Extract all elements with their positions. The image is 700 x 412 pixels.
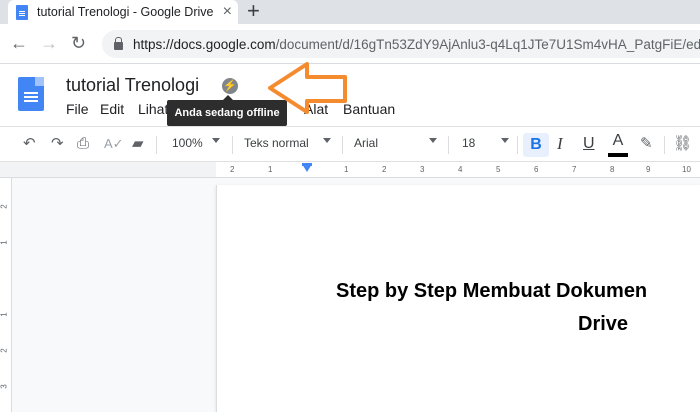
font-caret-icon: [429, 138, 437, 143]
style-caret-icon: [323, 138, 331, 143]
ruler-tick: 10: [682, 165, 691, 174]
text-color-button[interactable]: A: [606, 132, 630, 158]
text-color-swatch: [608, 153, 628, 157]
font-size-select[interactable]: 18: [462, 136, 475, 150]
ruler-tick: 8: [610, 165, 615, 174]
ruler-tick: 1: [344, 165, 349, 174]
highlight-icon[interactable]: ✎: [640, 134, 653, 154]
redo-icon[interactable]: ↷: [51, 134, 64, 154]
ruler-tick: 1: [0, 240, 9, 245]
toolbar-divider: [517, 136, 518, 154]
indent-marker[interactable]: [302, 164, 312, 172]
toolbar-divider: [664, 136, 665, 154]
vertical-ruler: 2 1 1 2 3: [0, 178, 12, 412]
print-icon[interactable]: ⎙: [77, 134, 89, 154]
font-select[interactable]: Arial: [354, 136, 378, 150]
ruler-tick: 2: [0, 348, 9, 353]
toolbar-divider: [342, 136, 343, 154]
formatting-toolbar: ↶ ↷ ⎙ A✓ ▰ 100% Teks normal Arial 18 B I…: [0, 126, 700, 162]
underline-button[interactable]: U: [583, 134, 595, 154]
paint-format-icon[interactable]: ▰: [132, 134, 144, 154]
ruler-tick: 2: [230, 165, 235, 174]
document-heading[interactable]: Step by Step Membuat Dokumen: [336, 280, 647, 303]
ruler-tick: 3: [0, 384, 9, 389]
link-icon[interactable]: ⛓: [673, 134, 692, 154]
bold-button[interactable]: B: [523, 133, 549, 157]
ruler-margin: [0, 162, 216, 178]
toolbar-divider: [156, 136, 157, 154]
ruler-tick: 4: [458, 165, 463, 174]
spellcheck-icon[interactable]: A✓: [104, 134, 124, 154]
italic-button[interactable]: I: [557, 134, 563, 154]
horizontal-ruler: 2 1 1 2 3 4 5 6 7 8 9 10: [216, 162, 700, 178]
style-select[interactable]: Teks normal: [244, 136, 309, 150]
ruler-tick: 1: [268, 165, 273, 174]
toolbar-divider: [448, 136, 449, 154]
zoom-select[interactable]: 100%: [172, 136, 203, 150]
document-heading-continued[interactable]: Drive: [578, 313, 628, 336]
font-size-caret-icon: [501, 138, 509, 143]
text-color-label: A: [612, 132, 624, 149]
ruler-tick: 2: [382, 165, 387, 174]
toolbar-divider: [232, 136, 233, 154]
ruler-tick: 1: [0, 312, 9, 317]
ruler-tick: 6: [534, 165, 539, 174]
ruler-tick: 9: [646, 165, 651, 174]
ruler-tick: 7: [572, 165, 577, 174]
ruler-tick: 5: [496, 165, 501, 174]
zoom-caret-icon: [212, 138, 220, 143]
ruler-tick: 3: [420, 165, 425, 174]
ruler-tick: 2: [0, 204, 9, 209]
undo-icon[interactable]: ↶: [23, 134, 36, 154]
